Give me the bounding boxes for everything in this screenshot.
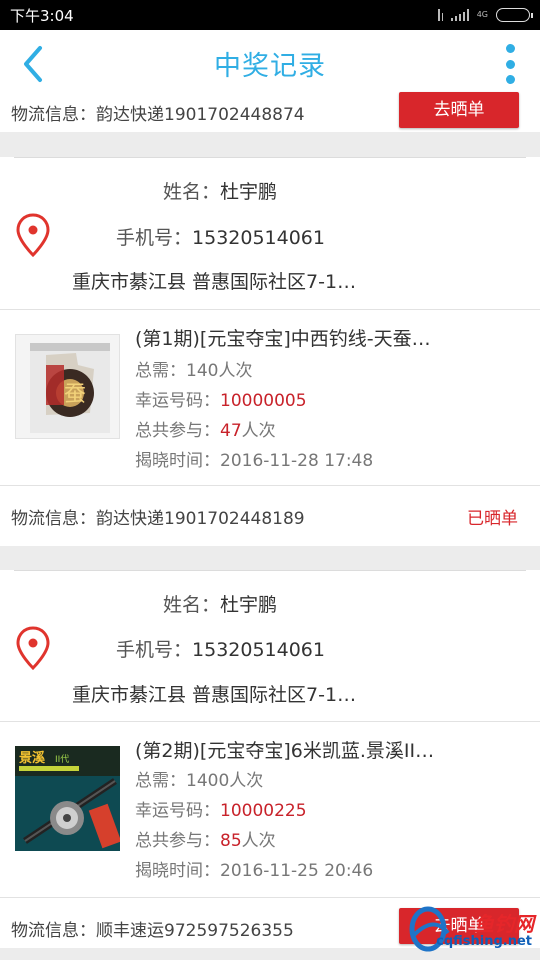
record-card: 姓名：杜宇鹏 手机号：15320514061 重庆市綦江县 普惠国际社区7-1…… — [0, 570, 540, 948]
recipient-name: 姓名：杜宇鹏 — [163, 181, 278, 203]
participation-count: 总共参与：85人次 — [135, 831, 276, 851]
record-card: 姓名：杜宇鹏 手机号：15320514061 重庆市綦江县 普惠国际社区7-1…… — [0, 157, 540, 546]
more-vertical-icon — [505, 44, 515, 53]
location-pin-icon — [16, 213, 50, 257]
battery-icon — [496, 8, 533, 22]
product-image: 景溪 II代 — [15, 746, 120, 851]
logistics-info: 物流信息：韵达快递1901702448874 — [11, 105, 305, 125]
watermark-url: cqfishing.net — [436, 934, 532, 949]
product-image: 蚕 — [15, 334, 120, 439]
lucky-number: 幸运号码：10000005 — [135, 391, 307, 411]
network-type: 4G — [476, 10, 488, 19]
recipient-address: 重庆市綦江县 普惠国际社区7-1… — [72, 271, 357, 293]
svg-text:景溪: 景溪 — [19, 750, 46, 766]
address-block[interactable]: 姓名：杜宇鹏 手机号：15320514061 重庆市綦江县 普惠国际社区7-1… — [0, 157, 540, 309]
product-item[interactable]: 蚕 (第1期)[元宝夺宝]中西钓线-天蚕… 总需：140人次 幸运号码：1000… — [0, 310, 540, 486]
svg-text:蚕: 蚕 — [64, 382, 86, 407]
shared-status: 已晒单 — [467, 509, 518, 529]
logistics-row: 物流信息：韵达快递1901702448874 去晒单 — [0, 84, 540, 132]
recipient-phone: 手机号：15320514061 — [116, 227, 325, 249]
reveal-time: 揭晓时间：2016-11-25 20:46 — [135, 861, 374, 881]
more-button[interactable] — [504, 44, 516, 84]
total-required: 总需：1400人次 — [135, 771, 264, 791]
product-item[interactable]: 景溪 II代 (第2期)[元宝夺宝]6米凯蓝.景溪II… 总需：1400人次 幸… — [0, 722, 540, 898]
lucky-number: 幸运号码：10000225 — [135, 801, 307, 821]
share-order-button[interactable]: 去晒单 — [399, 92, 519, 128]
location-pin-icon — [16, 626, 50, 670]
svg-text:II代: II代 — [55, 754, 69, 765]
logistics-info: 物流信息：顺丰速运972597526355 — [11, 921, 294, 941]
address-block[interactable]: 姓名：杜宇鹏 手机号：15320514061 重庆市綦江县 普惠国际社区7-1… — [0, 570, 540, 722]
recipient-address: 重庆市綦江县 普惠国际社区7-1… — [72, 684, 357, 706]
logistics-info: 物流信息：韵达快递1901702448189 — [11, 509, 305, 529]
logistics-row: 物流信息：韵达快递1901702448189 已晒单 — [0, 486, 540, 544]
status-bar: 下午3:04 4G — [0, 0, 540, 30]
total-required: 总需：140人次 — [135, 361, 253, 381]
status-time: 下午3:04 — [10, 7, 74, 25]
signal-icon — [450, 9, 469, 21]
recipient-name: 姓名：杜宇鹏 — [163, 594, 278, 616]
product-title: (第2期)[元宝夺宝]6米凯蓝.景溪II… — [135, 740, 435, 762]
product-title: (第1期)[元宝夺宝]中西钓线-天蚕… — [135, 328, 431, 350]
vibrate-icon — [437, 9, 443, 21]
recipient-phone: 手机号：15320514061 — [116, 639, 325, 661]
watermark-text: 鱼钓网 — [474, 912, 534, 936]
participation-count: 总共参与：47人次 — [135, 421, 276, 441]
page-title: 中奖记录 — [214, 51, 326, 82]
reveal-time: 揭晓时间：2016-11-28 17:48 — [135, 451, 374, 471]
status-icons: 4G — [437, 7, 533, 23]
